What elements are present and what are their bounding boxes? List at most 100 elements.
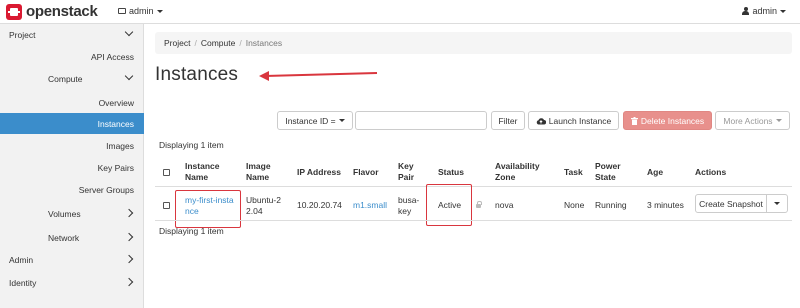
cloud-upload-icon (536, 117, 546, 124)
sidebar-item-label: Project (9, 29, 36, 40)
image-name-cell: Ubuntu-2 2.04 (246, 195, 281, 217)
lock-icon (476, 201, 482, 208)
header-line: Key (398, 161, 414, 171)
launch-instance-label: Launch Instance (548, 115, 612, 126)
project-label: admin (129, 6, 154, 16)
row-actions-dropdown[interactable] (767, 195, 787, 212)
sidebar-item-label: Identity (9, 277, 37, 288)
filter-button-label: Filter (498, 115, 518, 126)
sidebar-item-identity[interactable]: Identity (0, 272, 144, 293)
col-header-age[interactable]: Age (647, 167, 663, 178)
breadcrumb-project[interactable]: Project (164, 38, 190, 48)
caret-down-icon (338, 119, 345, 122)
sidebar-item-key-pairs[interactable]: Key Pairs (0, 157, 144, 178)
header-line: Name (185, 172, 209, 182)
sidebar-item-label: Server Groups (78, 184, 134, 195)
chevron-down-icon (124, 71, 134, 81)
user-label: admin (752, 6, 777, 16)
header-line: Availability (495, 161, 540, 171)
chevron-right-icon (124, 254, 134, 264)
cell-line: key (398, 206, 412, 216)
power-state-cell: Running (595, 200, 627, 210)
user-icon (742, 7, 750, 15)
header-line: Name (246, 172, 270, 182)
flavor-link[interactable]: m1.small (353, 200, 387, 211)
chevron-right-icon (124, 277, 134, 287)
header-line: State (595, 172, 616, 182)
sidebar-item-server-groups[interactable]: Server Groups (0, 179, 144, 200)
sidebar-item-label: Images (106, 140, 134, 151)
sidebar-item-api-access[interactable]: API Access (0, 46, 144, 67)
launch-instance-button[interactable]: Launch Instance (528, 111, 619, 130)
sidebar-item-volumes[interactable]: Volumes (0, 203, 144, 224)
key-pair-cell: busa- key (398, 195, 419, 217)
col-header-ip-address[interactable]: IP Address (297, 167, 341, 178)
openstack-logo[interactable]: openstack (6, 3, 98, 20)
caret-down-icon (780, 9, 786, 13)
delete-instances-label: Delete Instances (640, 115, 705, 126)
header-line: Image (246, 161, 271, 171)
sidebar-item-label: Network (48, 232, 80, 243)
status-cell: Active (438, 200, 462, 210)
filter-field-label: Instance ID = (285, 115, 336, 126)
sidebar-item-overview[interactable]: Overview (0, 92, 144, 113)
sidebar: Project API Access Compute Overview Inst… (0, 24, 144, 308)
table-row-divider (155, 220, 792, 221)
select-all-checkbox[interactable] (163, 169, 170, 176)
sidebar-item-instances[interactable]: Instances (0, 113, 144, 134)
more-actions-label: More Actions (723, 115, 773, 126)
col-header-image-name[interactable]: Image Name (246, 161, 271, 183)
sidebar-item-label: Key Pairs (97, 162, 134, 173)
col-header-flavor[interactable]: Flavor (353, 167, 379, 178)
col-header-key-pair[interactable]: Key Pair (398, 161, 414, 183)
availability-zone-cell: nova (495, 200, 514, 210)
sidebar-item-label: Volumes (48, 208, 81, 219)
delete-instances-button[interactable]: Delete Instances (623, 111, 712, 130)
cell-line: busa- (398, 195, 420, 205)
age-cell: 3 minutes (647, 200, 684, 210)
filter-field-select[interactable]: Instance ID = (277, 111, 353, 130)
caret-down-icon (156, 9, 163, 13)
trash-icon (630, 116, 638, 125)
sidebar-item-admin[interactable]: Admin (0, 249, 144, 270)
create-snapshot-button[interactable]: Create Snapshot (696, 195, 767, 212)
page-title: Instances (155, 64, 239, 85)
top-navbar: openstack admin admin (0, 0, 800, 24)
chevron-right-icon (124, 208, 134, 218)
header-line: Power (595, 161, 621, 171)
displaying-count-top: Displaying 1 item (159, 140, 224, 150)
breadcrumb-instances: Instances (245, 38, 283, 48)
cell-line: nce (185, 206, 199, 216)
col-header-status[interactable]: Status (438, 167, 464, 178)
filter-input[interactable] (355, 111, 487, 130)
sidebar-item-label: Compute (48, 73, 83, 84)
caret-down-icon (775, 119, 782, 122)
col-header-instance-name[interactable]: Instance Name (185, 161, 220, 183)
header-line: Instance (185, 161, 220, 171)
instance-name-link[interactable]: my-first-insta nce (185, 195, 234, 217)
user-menu[interactable]: admin (742, 6, 786, 16)
breadcrumb: Project / Compute / Instances (155, 32, 792, 54)
sidebar-item-project[interactable]: Project (0, 24, 144, 45)
sidebar-item-images[interactable]: Images (0, 135, 144, 156)
row-actions-split-button: Create Snapshot (695, 194, 788, 213)
cell-line: 2.04 (246, 206, 263, 216)
sidebar-item-label: Overview (98, 97, 134, 108)
header-line: Pair (398, 172, 415, 182)
col-header-task[interactable]: Task (564, 167, 583, 178)
sidebar-item-compute[interactable]: Compute (0, 68, 144, 89)
breadcrumb-compute[interactable]: Compute (201, 38, 236, 48)
displaying-count-bottom: Displaying 1 item (159, 226, 224, 236)
cell-line: Ubuntu-2 (246, 195, 281, 205)
breadcrumb-separator: / (239, 38, 242, 48)
more-actions-button[interactable]: More Actions (715, 111, 790, 130)
col-header-power-state[interactable]: Power State (595, 161, 621, 183)
row-checkbox[interactable] (163, 202, 170, 209)
col-header-availability-zone[interactable]: Availability Zone (495, 161, 540, 183)
filter-button[interactable]: Filter (491, 111, 525, 130)
ip-address-cell: 10.20.20.74 (297, 200, 342, 210)
table-header-divider (155, 186, 792, 187)
chevron-right-icon (124, 232, 134, 242)
project-selector[interactable]: admin (118, 6, 163, 16)
sidebar-item-network[interactable]: Network (0, 227, 144, 248)
